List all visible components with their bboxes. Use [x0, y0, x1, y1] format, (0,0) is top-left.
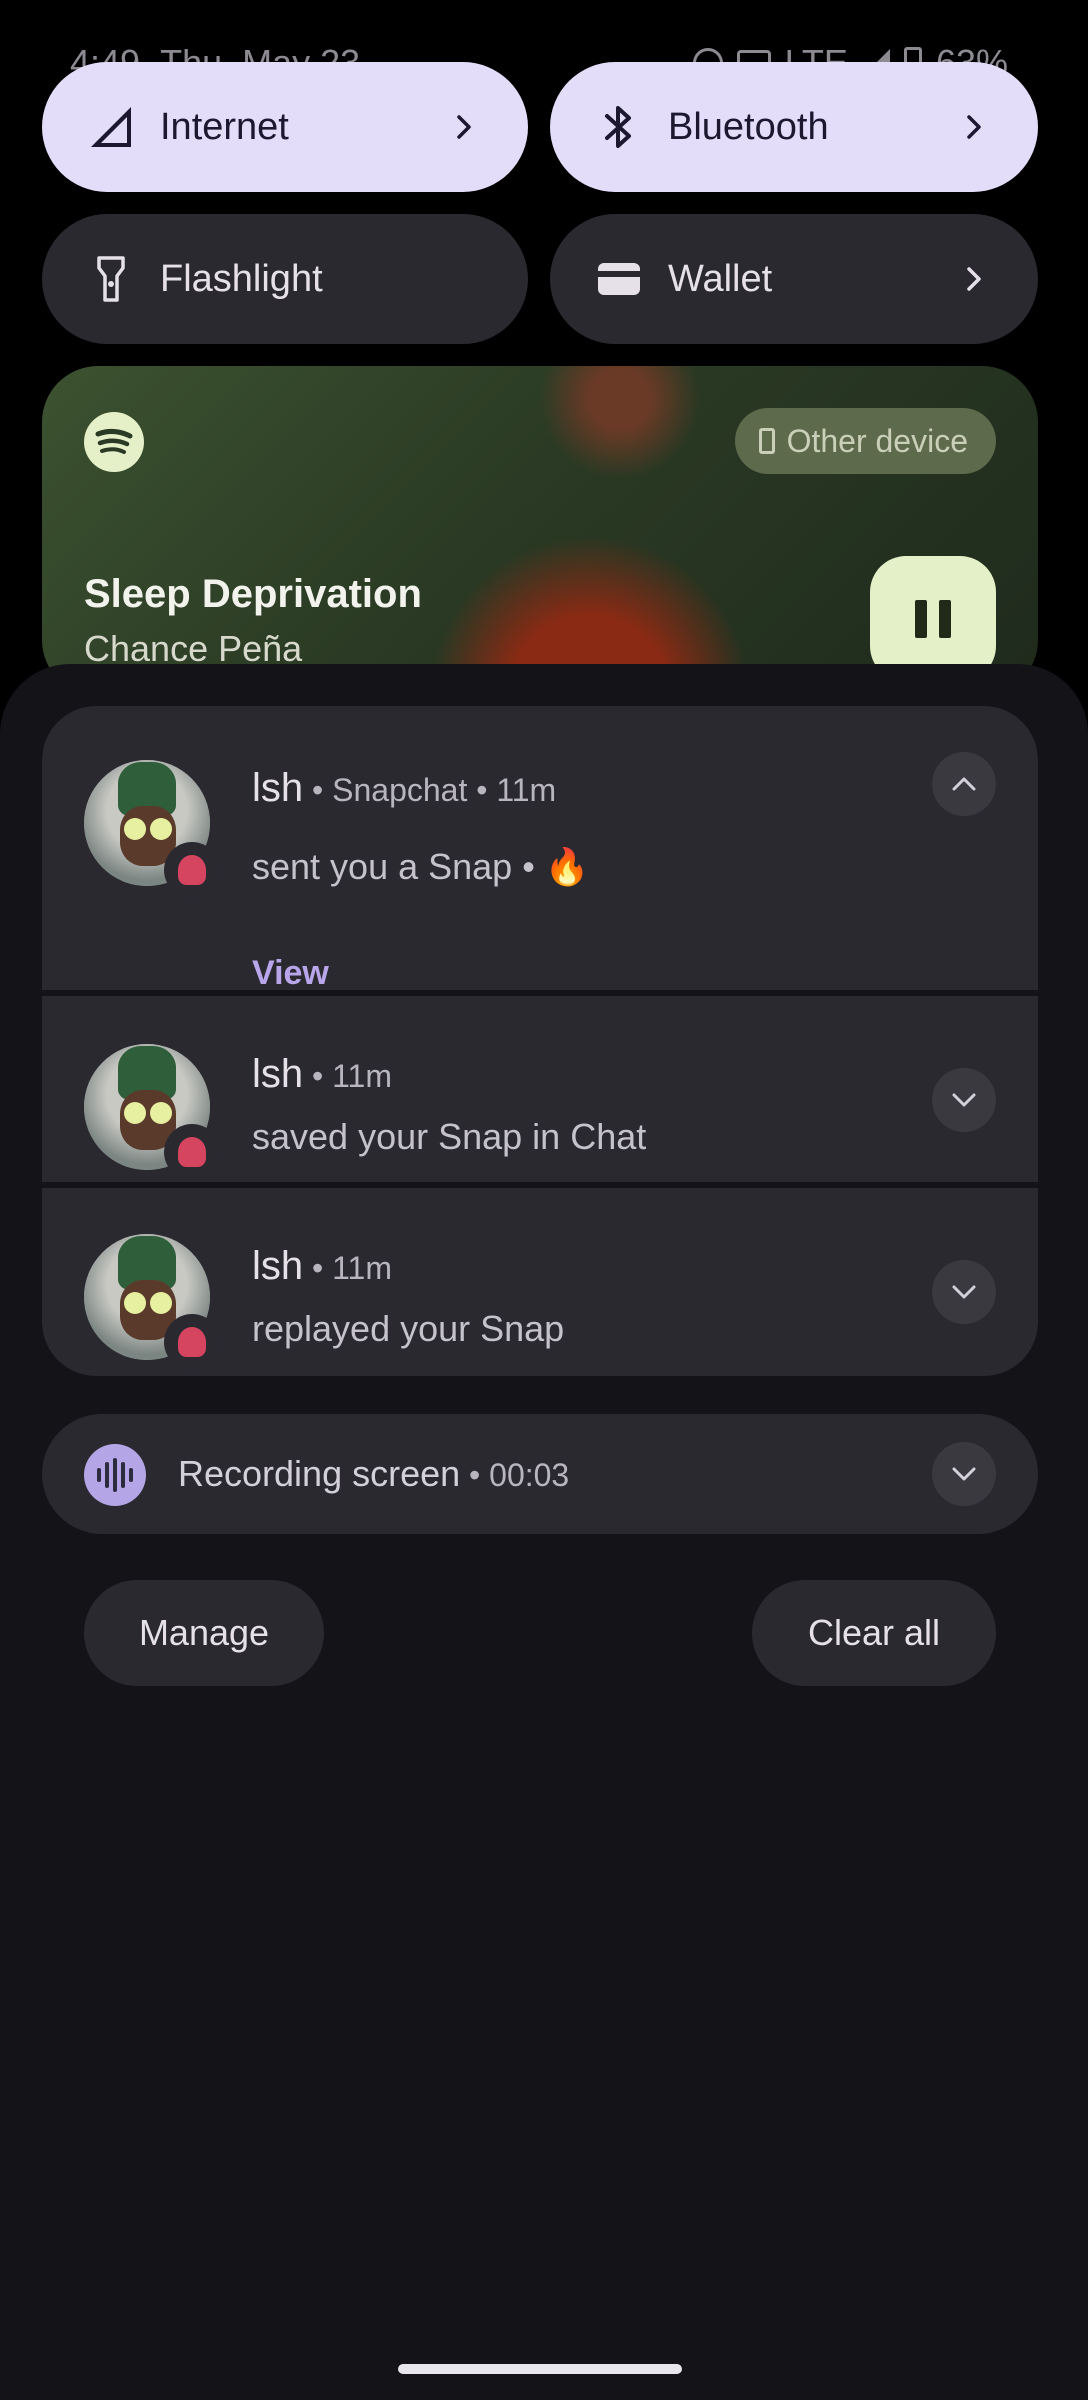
notification-meta: • 11m — [303, 1058, 392, 1094]
manage-button[interactable]: Manage — [84, 1580, 324, 1686]
media-title: Sleep Deprivation — [84, 572, 422, 616]
recording-notification[interactable]: Recording screen • 00:03 — [42, 1414, 1038, 1534]
navigation-handle[interactable] — [398, 2364, 682, 2374]
chevron-right-icon — [954, 107, 994, 147]
tile-flashlight-label: Flashlight — [160, 258, 323, 300]
tile-wallet[interactable]: Wallet — [550, 214, 1038, 344]
output-device-chip[interactable]: Other device — [734, 408, 996, 474]
notification-title: lsh • Snapchat • 11m — [252, 766, 557, 810]
recording-label: Recording screen • 00:03 — [178, 1453, 570, 1494]
tile-flashlight[interactable]: Flashlight — [42, 214, 528, 344]
notification-shade-screen: 4:49 Thu, May 23 LTE 63% Internet Blueto… — [0, 0, 1088, 2400]
wallet-icon — [594, 254, 644, 304]
view-action-button[interactable]: View — [252, 954, 329, 993]
tile-wallet-label: Wallet — [668, 258, 773, 300]
bluetooth-icon — [594, 102, 644, 152]
clear-all-button[interactable]: Clear all — [752, 1580, 996, 1686]
expand-button[interactable] — [932, 1068, 996, 1132]
notification-item[interactable]: lsh • 11m replayed your Snap — [42, 1188, 1038, 1376]
tile-bluetooth-label: Bluetooth — [668, 106, 829, 148]
notification-body: saved your Snap in Chat — [252, 1116, 647, 1157]
collapse-button[interactable] — [932, 752, 996, 816]
output-device-label: Other device — [786, 422, 968, 459]
notification-title: lsh • 11m — [252, 1244, 392, 1288]
chevron-down-icon — [952, 1285, 976, 1299]
chevron-down-icon — [952, 1093, 976, 1107]
snapchat-icon — [164, 842, 220, 898]
tile-internet[interactable]: Internet — [42, 62, 528, 192]
notification-item[interactable]: lsh • Snapchat • 11m sent you a Snap • 🔥… — [42, 706, 1038, 993]
chevron-right-icon — [444, 107, 484, 147]
notification-meta: • 11m — [303, 1250, 392, 1286]
expand-button[interactable] — [932, 1260, 996, 1324]
flashlight-icon — [86, 254, 136, 304]
notification-group-snapchat: lsh • Snapchat • 11m sent you a Snap • 🔥… — [42, 706, 1038, 1376]
phone-icon — [758, 428, 775, 454]
tile-bluetooth[interactable]: Bluetooth — [550, 62, 1038, 192]
notification-meta: • Snapchat • 11m — [303, 772, 557, 808]
signal-icon — [86, 102, 136, 152]
spotify-icon — [84, 412, 144, 472]
notification-body: sent you a Snap • 🔥 — [252, 846, 590, 887]
snapchat-icon — [164, 1124, 220, 1180]
screen-record-icon — [84, 1444, 146, 1506]
chevron-up-icon — [952, 777, 976, 791]
notification-body: replayed your Snap — [252, 1308, 565, 1349]
chevron-down-icon — [952, 1467, 976, 1481]
notification-title: lsh • 11m — [252, 1052, 392, 1096]
tile-internet-label: Internet — [160, 106, 289, 148]
recording-timer: • 00:03 — [460, 1457, 570, 1493]
snapchat-icon — [164, 1314, 220, 1370]
media-player[interactable]: Other device Sleep Deprivation Chance Pe… — [42, 366, 1038, 696]
pause-icon — [915, 600, 927, 638]
notification-item[interactable]: lsh • 11m saved your Snap in Chat — [42, 996, 1038, 1182]
chevron-right-icon — [954, 259, 994, 299]
expand-button[interactable] — [932, 1442, 996, 1506]
